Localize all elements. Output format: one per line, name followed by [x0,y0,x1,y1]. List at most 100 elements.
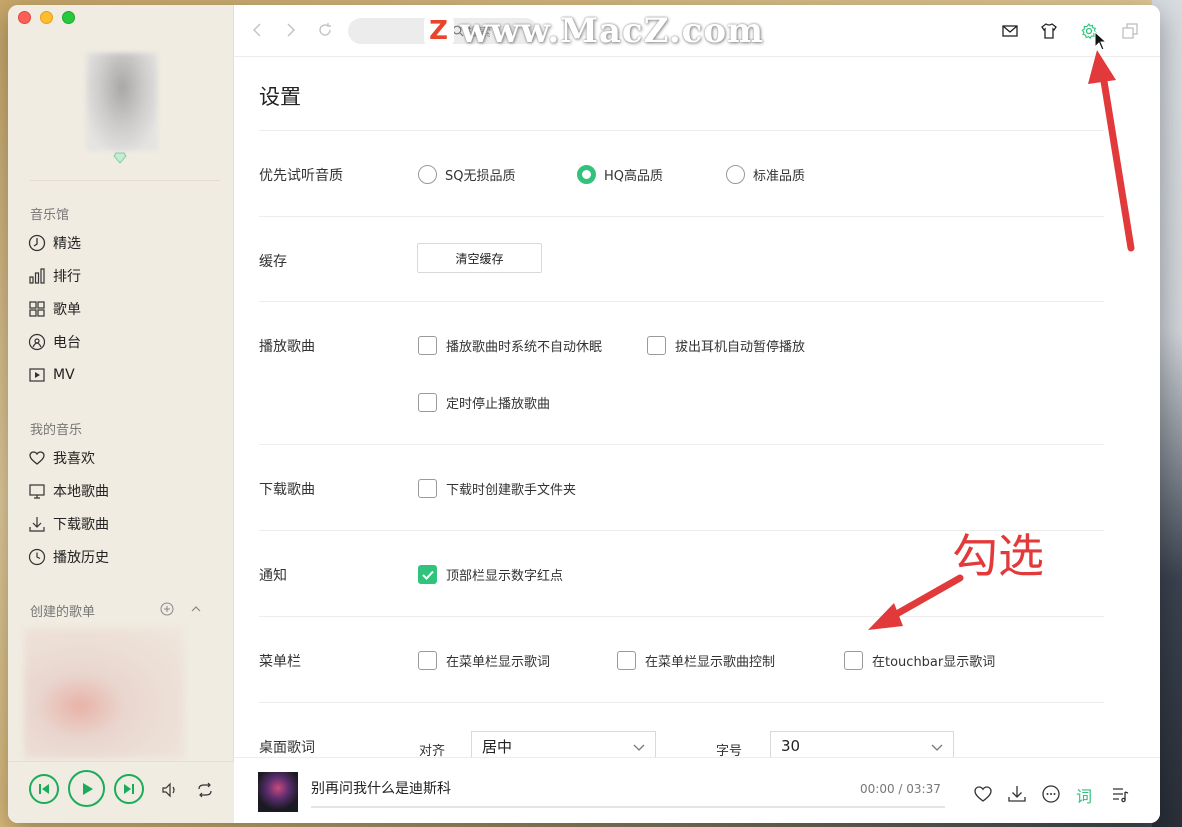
progress-bar[interactable] [311,806,945,808]
grid-icon [29,301,45,317]
chart-icon [29,268,45,284]
checkbox-artist-folder[interactable]: 下载时创建歌手文件夹 [418,479,576,498]
size-value: 30 [781,737,801,755]
notify-label: 通知 [259,568,287,584]
volume-icon[interactable] [161,781,179,799]
playlist-cover[interactable] [24,628,184,758]
sidebar-item-label: 精选 [53,236,81,252]
zoom-window-button[interactable] [62,11,75,24]
refresh-icon[interactable] [317,22,333,38]
video-icon [29,368,45,382]
next-button[interactable] [114,774,144,804]
sidebar-item-history[interactable]: 播放历史 [28,546,109,568]
sidebar-item-featured[interactable]: 精选 [28,232,81,254]
align-value: 居中 [482,737,513,756]
song-title[interactable]: 别再问我什么是迪斯科 [311,778,451,798]
checkbox-timer-stop[interactable]: 定时停止播放歌曲 [418,393,550,412]
mail-icon[interactable] [1001,22,1019,40]
playback-label: 播放歌曲 [259,339,315,355]
checkbox-label: 在菜单栏显示歌曲控制 [645,655,776,670]
heart-icon [29,451,45,465]
now-playing-bar: 别再问我什么是迪斯科 00:00 / 03:37 词 [234,757,1160,823]
checkbox-label: 定时停止播放歌曲 [446,397,551,412]
sidebar-item-label: 本地歌曲 [53,484,109,500]
menubar-label: 菜单栏 [259,654,301,670]
checkbox-label: 在菜单栏显示歌词 [446,655,551,670]
sidebar: 音乐馆 精选 排行 歌单 电台 MV 我的音乐 我喜欢 本地歌曲 下载歌曲 播放… [8,5,234,823]
previous-icon [39,784,49,794]
avatar[interactable] [86,53,158,151]
more-icon[interactable] [1041,784,1061,804]
repeat-icon[interactable] [195,781,215,799]
main-panel: 搜索 Z www.MacZ.com 设置 优先试听音质 SQ无损品质 HQ高品质… [234,5,1160,823]
window-controls [18,11,75,24]
section-title-music-hall: 音乐馆 [30,208,70,223]
download-label: 下载歌曲 [259,482,315,498]
app-window: 音乐馆 精选 排行 歌单 电台 MV 我的音乐 我喜欢 本地歌曲 下载歌曲 播放… [8,5,1160,823]
sidebar-item-charts[interactable]: 排行 [28,265,81,287]
download-row: 下载歌曲 下载时创建歌手文件夹 [259,444,1104,530]
watermark-logo: Z [424,16,454,46]
sidebar-item-playlists[interactable]: 歌单 [28,298,81,320]
forward-icon[interactable] [282,22,298,38]
sidebar-item-label: MV [53,367,75,383]
radio-icon [28,333,46,351]
top-bar: 搜索 Z www.MacZ.com [234,5,1160,57]
clear-cache-button[interactable]: 清空缓存 [417,243,542,273]
checkbox-box [418,479,437,498]
radio-hq[interactable]: HQ高品质 [577,165,663,184]
checkbox-menubar-controls[interactable]: 在菜单栏显示歌曲控制 [617,651,775,670]
cache-row: 缓存 清空缓存 [259,216,1104,301]
checkmark-icon [421,570,434,580]
radio-circle-selected [577,165,596,184]
radio-standard[interactable]: 标准品质 [726,165,805,184]
checkbox-label: 播放歌曲时系统不自动休眠 [446,340,603,355]
featured-icon [28,234,46,252]
checkbox-touchbar-lyrics[interactable]: 在touchbar显示歌词 [844,651,995,670]
checkbox-label: 下载时创建歌手文件夹 [446,483,577,498]
mini-mode-icon[interactable] [1121,22,1139,40]
watermark: Z www.MacZ.com [424,11,764,51]
close-window-button[interactable] [18,11,31,24]
lyrics-button[interactable]: 词 [1076,783,1092,807]
plus-icon[interactable] [160,602,174,616]
heart-icon[interactable] [973,784,993,804]
sidebar-item-mv[interactable]: MV [28,364,75,386]
checkbox-red-dot[interactable]: 顶部栏显示数字红点 [418,565,563,584]
playback-row: 播放歌曲 播放歌曲时系统不自动休眠 拔出耳机自动暂停播放 定时停止播放歌曲 [259,301,1104,444]
checkbox-no-sleep[interactable]: 播放歌曲时系统不自动休眠 [418,336,602,355]
playlist-icon[interactable] [1110,784,1130,804]
quality-row: 优先试听音质 SQ无损品质 HQ高品质 标准品质 [259,130,1104,216]
clock-icon [28,548,46,566]
chevron-down-icon [931,744,943,751]
chevron-up-icon[interactable] [189,602,203,616]
checkbox-menubar-lyrics[interactable]: 在菜单栏显示歌词 [418,651,550,670]
desktop-lyrics-row: 桌面歌词 对齐 居中 字号 30 [259,702,1104,762]
minimize-window-button[interactable] [40,11,53,24]
sidebar-item-downloads[interactable]: 下载歌曲 [28,513,109,535]
sidebar-item-favorites[interactable]: 我喜欢 [28,447,95,469]
skin-icon[interactable] [1040,22,1058,40]
mouse-cursor-icon [1094,31,1108,51]
checkbox-label: 在touchbar显示歌词 [872,655,996,670]
checkbox-box [418,336,437,355]
back-icon[interactable] [250,22,266,38]
download-icon[interactable] [1007,784,1027,804]
checkbox-headphone-pause[interactable]: 拔出耳机自动暂停播放 [647,336,805,355]
chevron-down-icon [633,744,645,751]
page-title: 设置 [259,85,301,109]
diamond-icon[interactable] [113,152,127,164]
quality-label: 优先试听音质 [259,168,343,184]
radio-label: 标准品质 [753,169,806,184]
sidebar-item-local[interactable]: 本地歌曲 [28,480,109,502]
radio-circle [418,165,437,184]
checkbox-box [418,393,437,412]
sidebar-item-radio[interactable]: 电台 [28,331,81,353]
radio-sq[interactable]: SQ无损品质 [418,165,516,184]
download-icon [29,517,45,532]
play-button[interactable] [68,770,105,807]
previous-button[interactable] [29,774,59,804]
radio-circle [726,165,745,184]
checkbox-box [617,651,636,670]
album-cover[interactable] [258,772,298,812]
